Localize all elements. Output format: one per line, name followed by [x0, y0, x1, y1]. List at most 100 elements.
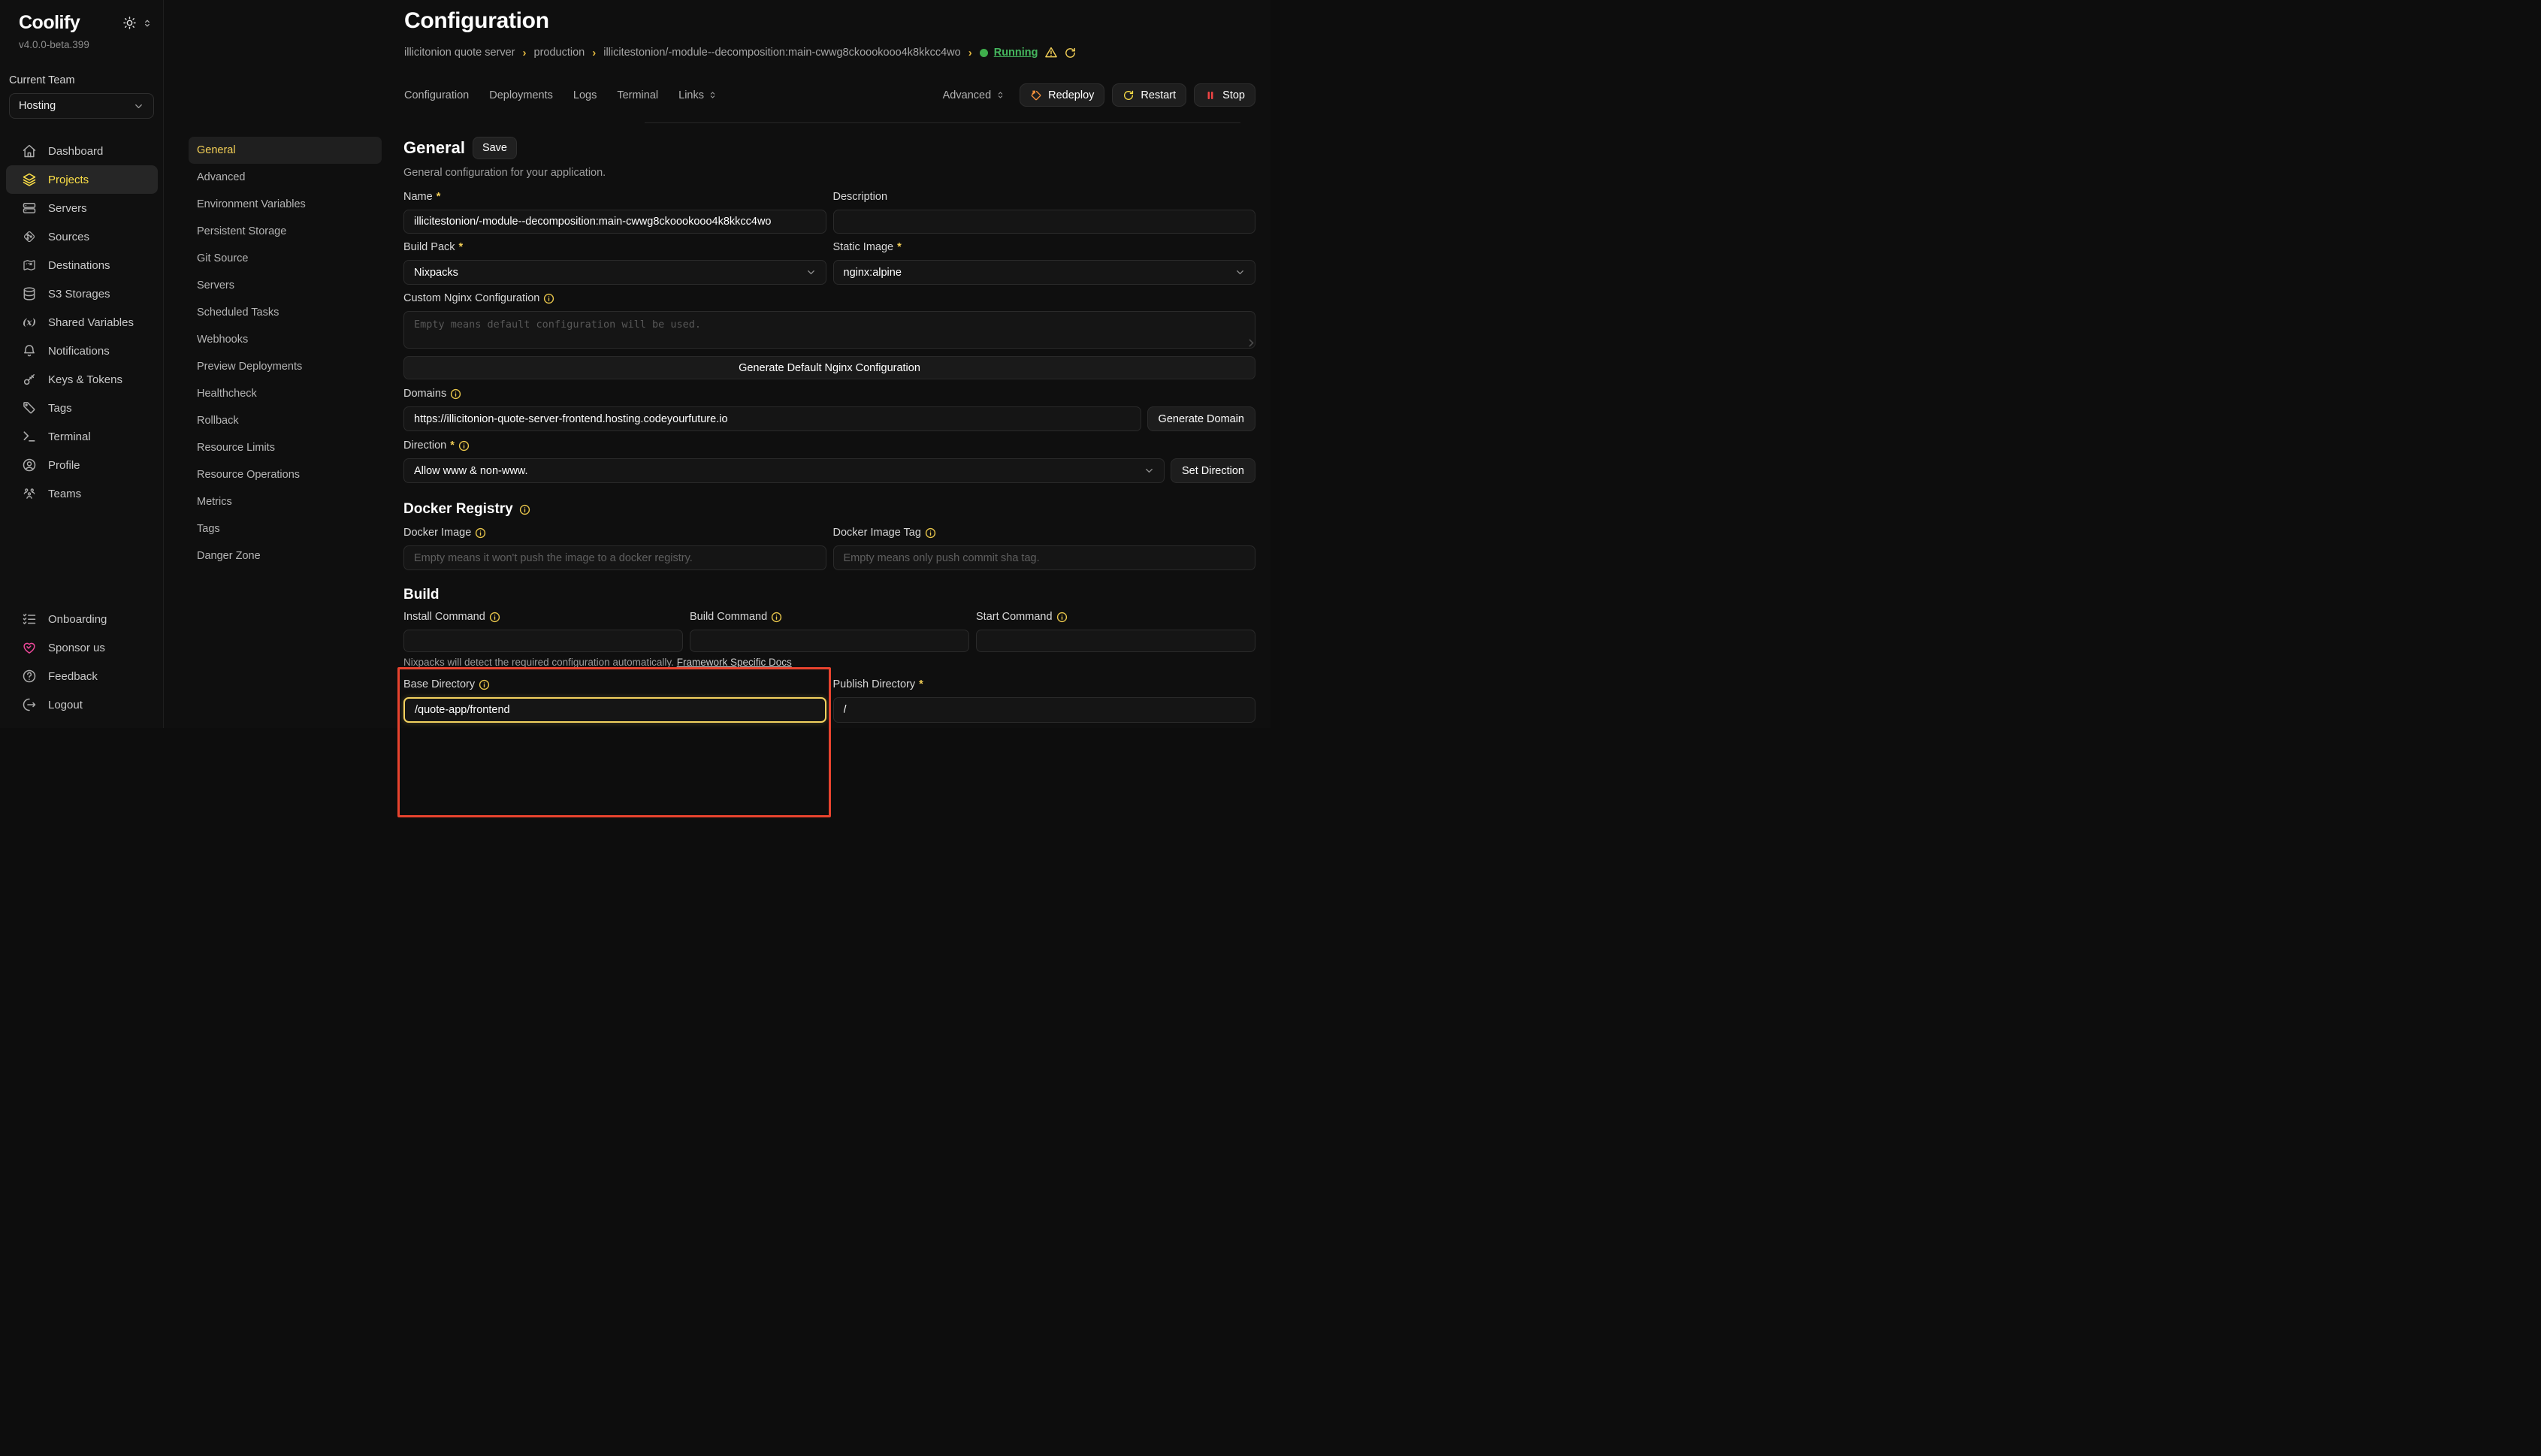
- set-direction-button[interactable]: Set Direction: [1171, 458, 1255, 483]
- button-label: Restart: [1141, 89, 1176, 101]
- info-icon[interactable]: [1056, 612, 1068, 623]
- build-command-input[interactable]: [690, 630, 969, 652]
- subnav-item-advanced[interactable]: Advanced: [189, 164, 382, 191]
- sidebar-item-shared-variables[interactable]: (x)Shared Variables: [6, 308, 158, 337]
- info-icon[interactable]: [450, 388, 461, 400]
- domains-input[interactable]: [403, 406, 1141, 431]
- stop-button[interactable]: Stop: [1194, 83, 1255, 107]
- subnav-item-healthcheck[interactable]: Healthcheck: [189, 380, 382, 407]
- label-text: Custom Nginx Configuration: [403, 292, 539, 304]
- subnav-item-general[interactable]: General: [189, 137, 382, 164]
- action-buttons: Redeploy Restart Stop: [1020, 83, 1255, 107]
- name-input[interactable]: [403, 210, 826, 234]
- info-icon[interactable]: [489, 612, 500, 623]
- tab-label: Terminal: [617, 89, 658, 101]
- tab-deployments[interactable]: Deployments: [489, 89, 553, 101]
- sidebar-item-sponsor-us[interactable]: Sponsor us: [6, 633, 158, 662]
- sidebar-item-s3-storages[interactable]: S3 Storages: [6, 279, 158, 308]
- subnav-item-resource-limits[interactable]: Resource Limits: [189, 434, 382, 461]
- direction-select[interactable]: Allow www & non-www.: [403, 458, 1165, 483]
- info-icon[interactable]: [543, 293, 554, 304]
- description-input[interactable]: [833, 210, 1256, 234]
- subnav-item-metrics[interactable]: Metrics: [189, 488, 382, 515]
- sidebar-item-label: Profile: [48, 459, 80, 472]
- docker-image-input[interactable]: [403, 545, 826, 570]
- docker-image-tag-input[interactable]: [833, 545, 1256, 570]
- subnav-item-danger-zone[interactable]: Danger Zone: [189, 542, 382, 569]
- refresh-status-icon[interactable]: [1064, 47, 1077, 59]
- tabs-row: Configuration Deployments Logs Terminal Link…: [404, 83, 1255, 107]
- sidebar-item-teams[interactable]: Teams: [6, 479, 158, 508]
- info-icon[interactable]: [925, 527, 936, 539]
- label-text: Static Image: [833, 241, 894, 253]
- build-pack-select[interactable]: Nixpacks: [403, 260, 826, 285]
- static-image-select[interactable]: nginx:alpine: [833, 260, 1256, 285]
- sidebar-item-terminal[interactable]: Terminal: [6, 422, 158, 451]
- nginx-config-textarea[interactable]: [403, 311, 1255, 349]
- sidebar-item-profile[interactable]: Profile: [6, 451, 158, 479]
- subnav-item-servers[interactable]: Servers: [189, 272, 382, 299]
- breadcrumb-link[interactable]: illicitonion quote server: [404, 47, 515, 59]
- start-command-input[interactable]: [976, 630, 1255, 652]
- required-asterisk: *: [450, 440, 455, 452]
- sidebar-item-tags[interactable]: Tags: [6, 394, 158, 422]
- sidebar-item-dashboard[interactable]: Dashboard: [6, 137, 158, 165]
- chevron-down-icon: [1144, 465, 1155, 476]
- section-title: General: [403, 138, 465, 158]
- framework-docs-link[interactable]: Framework Specific Docs: [677, 657, 792, 668]
- subnav-item-git-source[interactable]: Git Source: [189, 245, 382, 272]
- sidebar-item-label: Sponsor us: [48, 642, 105, 654]
- sidebar-item-keys-tokens[interactable]: Keys & Tokens: [6, 365, 158, 394]
- advanced-dropdown[interactable]: Advanced: [943, 89, 1006, 101]
- generate-nginx-button[interactable]: Generate Default Nginx Configuration: [403, 356, 1255, 379]
- subnav-item-persistent-storage[interactable]: Persistent Storage: [189, 218, 382, 245]
- breadcrumb-link[interactable]: production: [534, 47, 585, 59]
- restart-icon: [1122, 89, 1135, 101]
- sidebar-item-destinations[interactable]: Destinations: [6, 251, 158, 279]
- subnav-item-resource-operations[interactable]: Resource Operations: [189, 461, 382, 488]
- subnav-item-scheduled-tasks[interactable]: Scheduled Tasks: [189, 299, 382, 326]
- header-actions: Advanced Redeploy Restart Stop: [943, 83, 1255, 107]
- tab-terminal[interactable]: Terminal: [617, 89, 658, 101]
- sidebar-item-logout[interactable]: Logout: [6, 690, 158, 719]
- sidebar-nav: DashboardProjectsServers Sources Destinati…: [0, 137, 163, 508]
- chevrons-up-down-icon: [996, 90, 1005, 100]
- tab-links[interactable]: Links: [678, 89, 718, 101]
- sidebar-item-sources[interactable]: Sources: [6, 222, 158, 251]
- theme-toggle-sun-icon[interactable]: [122, 16, 137, 30]
- redeploy-button[interactable]: Redeploy: [1020, 83, 1104, 107]
- subnav-item-rollback[interactable]: Rollback: [189, 407, 382, 434]
- subnav-item-webhooks[interactable]: Webhooks: [189, 326, 382, 353]
- users-icon: [22, 486, 37, 501]
- sidebar-item-notifications[interactable]: Notifications: [6, 337, 158, 365]
- sidebar-item-label: Teams: [48, 488, 81, 500]
- tab-logs[interactable]: Logs: [573, 89, 597, 101]
- warning-triangle-icon[interactable]: [1044, 46, 1058, 59]
- sidebar-item-label: Sources: [48, 231, 89, 243]
- info-icon[interactable]: [479, 679, 490, 690]
- restart-button[interactable]: Restart: [1112, 83, 1186, 107]
- sidebar-item-servers[interactable]: Servers: [6, 194, 158, 222]
- breadcrumb-link[interactable]: illicitestonion/-module--decomposition:m…: [603, 47, 961, 59]
- team-select[interactable]: Hosting: [9, 93, 154, 119]
- subnav-item-tags[interactable]: Tags: [189, 515, 382, 542]
- sidebar-item-onboarding[interactable]: Onboarding: [6, 605, 158, 633]
- save-button[interactable]: Save: [473, 137, 517, 159]
- tab-configuration[interactable]: Configuration: [404, 89, 469, 101]
- generate-domain-button[interactable]: Generate Domain: [1147, 406, 1255, 431]
- install-command-input[interactable]: [403, 630, 683, 652]
- info-icon[interactable]: [771, 612, 782, 623]
- subnav-item-environment-variables[interactable]: Environment Variables: [189, 191, 382, 218]
- base-directory-input[interactable]: [403, 697, 826, 723]
- publish-directory-input[interactable]: [833, 697, 1256, 723]
- info-icon[interactable]: [475, 527, 486, 539]
- sidebar-item-feedback[interactable]: Feedback: [6, 662, 158, 690]
- label-text: Build Pack: [403, 241, 455, 253]
- map-icon: [22, 258, 37, 273]
- info-icon[interactable]: [458, 440, 470, 452]
- sidebar-item-projects[interactable]: Projects: [6, 165, 158, 194]
- instance-switch-chevrons-icon[interactable]: [142, 18, 153, 29]
- subnav-item-preview-deployments[interactable]: Preview Deployments: [189, 353, 382, 380]
- running-status-link[interactable]: Running: [994, 47, 1038, 59]
- info-icon[interactable]: [519, 504, 530, 515]
